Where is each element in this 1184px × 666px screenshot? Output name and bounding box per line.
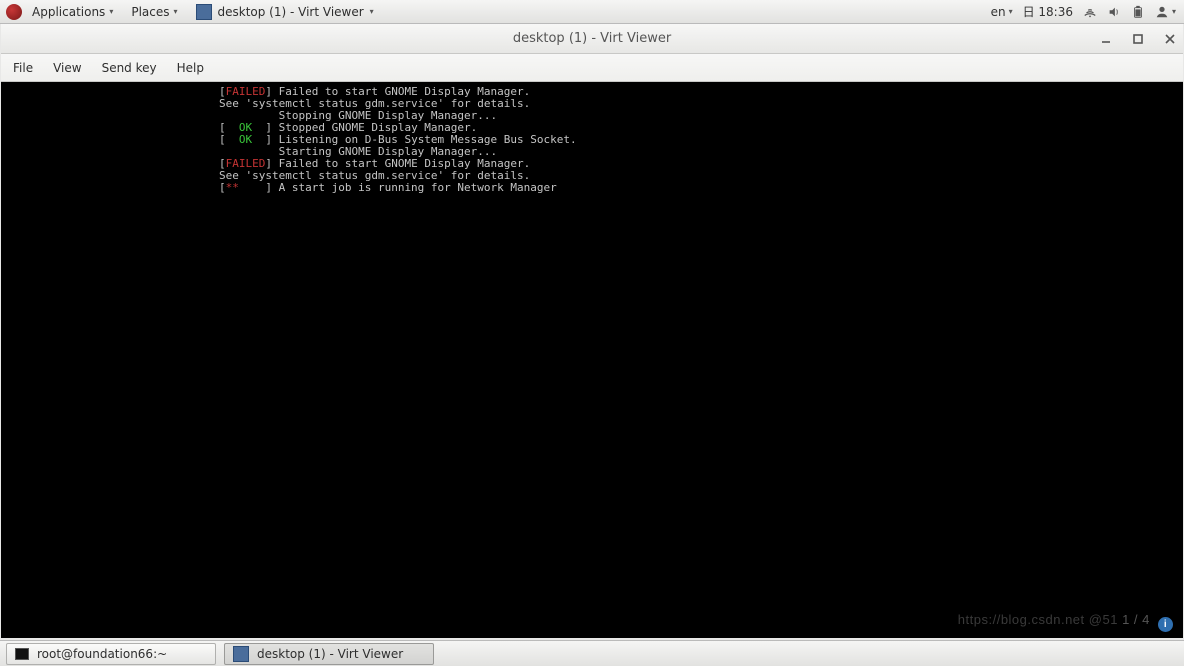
window-controls: [1099, 24, 1177, 53]
menu-help-label: Help: [177, 61, 204, 75]
panel-right: en ▾ 日 18:36 ▾: [991, 3, 1178, 20]
input-method-indicator[interactable]: en ▾: [991, 5, 1013, 19]
spinner-icon: **: [226, 181, 239, 194]
watermark-at: @51: [1089, 612, 1118, 627]
panel-focused-app[interactable]: desktop (1) - Virt Viewer ▾: [188, 1, 382, 23]
volume-indicator-icon[interactable]: [1107, 5, 1121, 19]
virt-viewer-icon: [233, 646, 249, 662]
places-label: Places: [131, 5, 169, 19]
virt-viewer-icon: [196, 4, 212, 20]
menu-file-label: File: [13, 61, 33, 75]
menu-view[interactable]: View: [43, 55, 91, 81]
terminal-icon: [15, 648, 29, 660]
locale-label: en: [991, 5, 1006, 19]
panel-focused-app-title: desktop (1) - Virt Viewer: [218, 5, 364, 19]
info-icon: i: [1158, 617, 1173, 632]
watermark: https://blog.csdn.net @51 1 / 4 i: [958, 614, 1173, 633]
minimize-button[interactable]: [1099, 32, 1113, 46]
taskbar-virt-viewer-label: desktop (1) - Virt Viewer: [257, 647, 403, 661]
menu-help[interactable]: Help: [167, 55, 214, 81]
network-indicator-icon[interactable]: [1083, 5, 1097, 19]
bracket: [: [219, 181, 226, 194]
maximize-button[interactable]: [1131, 32, 1145, 46]
vm-console-area[interactable]: [FAILED] Failed to start GNOME Display M…: [1, 82, 1183, 638]
menu-file[interactable]: File: [3, 55, 43, 81]
menu-sendkey-label: Send key: [102, 61, 157, 75]
virt-viewer-window: desktop (1) - Virt Viewer File View Send…: [1, 24, 1183, 638]
clock-label: 日 18:36: [1023, 3, 1073, 20]
menubar: File View Send key Help: [1, 54, 1183, 82]
chevron-down-icon: ▾: [370, 7, 374, 16]
boot-log: [FAILED] Failed to start GNOME Display M…: [219, 86, 577, 194]
battery-indicator-icon[interactable]: [1131, 5, 1145, 19]
gnome-bottom-panel: root@foundation66:~ desktop (1) - Virt V…: [0, 640, 1184, 666]
chevron-down-icon: ▾: [173, 7, 177, 16]
menu-sendkey[interactable]: Send key: [92, 55, 167, 81]
watermark-url: https://blog.csdn.net: [958, 612, 1085, 627]
window-title: desktop (1) - Virt Viewer: [1, 31, 1183, 46]
close-button[interactable]: [1163, 32, 1177, 46]
panel-left: Applications ▾ Places ▾ desktop (1) - Vi…: [6, 1, 382, 23]
chevron-down-icon: ▾: [1009, 7, 1013, 16]
titlebar: desktop (1) - Virt Viewer: [1, 24, 1183, 54]
applications-menu[interactable]: Applications ▾: [24, 1, 121, 23]
user-menu-icon[interactable]: ▾: [1155, 5, 1176, 19]
chevron-down-icon: ▾: [1172, 7, 1176, 16]
taskbar-virt-viewer[interactable]: desktop (1) - Virt Viewer: [224, 643, 434, 665]
distro-logo-icon: [6, 4, 22, 20]
places-menu[interactable]: Places ▾: [123, 1, 185, 23]
log-text: ] A start job is running for Network Man…: [239, 181, 557, 194]
menu-view-label: View: [53, 61, 81, 75]
gnome-top-panel: Applications ▾ Places ▾ desktop (1) - Vi…: [0, 0, 1184, 24]
taskbar-terminal-label: root@foundation66:~: [37, 647, 167, 661]
chevron-down-icon: ▾: [109, 7, 113, 16]
clock-indicator[interactable]: 日 18:36: [1023, 3, 1073, 20]
applications-label: Applications: [32, 5, 105, 19]
taskbar-terminal[interactable]: root@foundation66:~: [6, 643, 216, 665]
page-counter: 1 / 4: [1122, 612, 1150, 627]
